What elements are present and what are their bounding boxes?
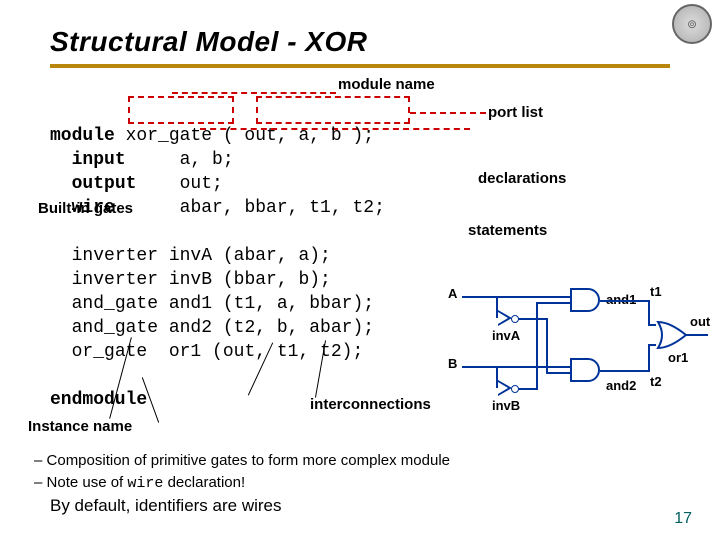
label-t1: t1 <box>650 284 662 299</box>
wire-or-in2 <box>648 344 656 346</box>
wire-bbar-to-and1 <box>536 302 570 304</box>
wire-b <box>462 366 570 368</box>
xor-schematic: A B invA invB and1 t1 and2 t2 <box>450 278 710 418</box>
wire-t2 <box>600 370 648 372</box>
institution-seal-icon: ⊚ <box>672 4 712 44</box>
label-input-a: A <box>448 286 457 301</box>
code-l1: xor_gate ( out, a, b ); <box>115 126 374 146</box>
code-block: module xor_gate ( out, a, b ); input a, … <box>50 100 385 436</box>
wire-bbar-up <box>536 302 538 390</box>
code-l4: abar, bbar, t1, t2; <box>115 198 385 218</box>
wire-t1-to-or <box>648 300 650 324</box>
code-l5: inverter invA (abar, a); <box>72 246 331 266</box>
annot-port-list: port list <box>488 104 543 121</box>
page-title: Structural Model - XOR <box>50 26 367 58</box>
kw-input: input <box>72 150 126 170</box>
label-input-b: B <box>448 356 457 371</box>
code-l6: inverter invB (bbar, b); <box>72 270 331 290</box>
wire-t1 <box>600 300 648 302</box>
code-l2: a, b; <box>126 150 234 170</box>
wire-a-tap <box>496 296 498 318</box>
page-number: 17 <box>674 510 692 528</box>
label-t2: t2 <box>650 374 662 389</box>
wire-a <box>462 296 570 298</box>
wire-t2-to-or <box>648 344 650 372</box>
wire-out <box>686 334 708 336</box>
annot-module-name: module name <box>338 76 435 93</box>
code-l7: and_gate and1 (t1, a, bbar); <box>72 294 374 314</box>
code-l8: and_gate and2 (t2, b, abar); <box>72 318 374 338</box>
wire-abar <box>518 318 548 320</box>
gate-and1 <box>570 288 600 312</box>
bullet-list: – Composition of primitive gates to form… <box>30 450 450 495</box>
gate-and2 <box>570 358 600 382</box>
kw-output: output <box>72 174 137 194</box>
title-underline <box>50 64 670 68</box>
gate-or1 <box>656 320 688 350</box>
annot-declarations: declarations <box>478 170 566 187</box>
kw-wire: wire <box>72 198 115 218</box>
wire-b-tap <box>496 366 498 388</box>
label-inva: invA <box>492 328 520 343</box>
kw-module: module <box>50 126 115 146</box>
wire-bbar <box>518 388 536 390</box>
footnote-line: By default, identifiers are wires <box>50 496 282 516</box>
wire-abar-down <box>546 318 548 372</box>
code-l3: out; <box>136 174 222 194</box>
wire-abar-to-and2 <box>546 372 570 374</box>
kw-endmodule: endmodule <box>50 390 147 410</box>
label-out: out <box>690 314 710 329</box>
annot-statements: statements <box>468 222 547 239</box>
label-and2: and2 <box>606 378 636 393</box>
leader-port-list <box>410 112 486 114</box>
label-or1: or1 <box>668 350 688 365</box>
gate-invb <box>498 380 518 396</box>
gate-inva <box>498 310 518 326</box>
wire-or-in1 <box>648 324 656 326</box>
bullet-2: – Note use of wire declaration! <box>30 472 450 495</box>
bullet-1: – Composition of primitive gates to form… <box>30 450 450 472</box>
leader-module-name <box>172 92 336 94</box>
label-invb: invB <box>492 398 520 413</box>
code-l9: or_gate or1 (out, t1, t2); <box>72 342 364 362</box>
